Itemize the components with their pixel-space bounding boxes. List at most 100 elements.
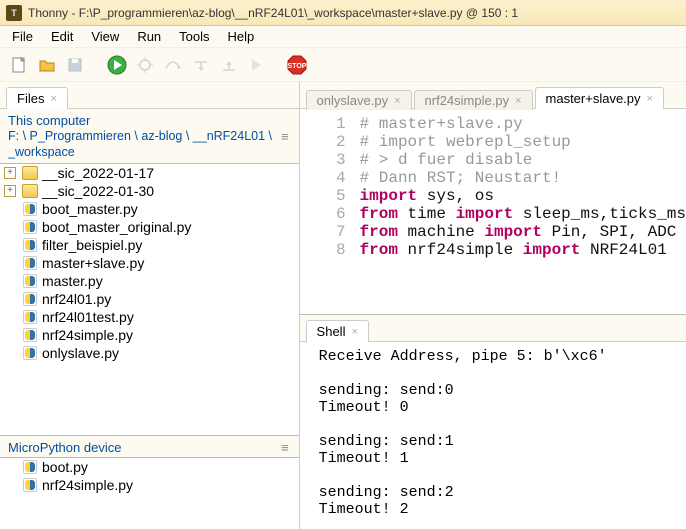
python-file-icon (22, 219, 38, 235)
stop-button[interactable]: STOP (286, 54, 308, 76)
this-computer-header[interactable]: This computer (8, 113, 281, 128)
editor-pane: onlyslave.py×nrf24simple.py×master+slave… (300, 82, 686, 529)
code-line[interactable]: from nrf24simple import NRF24L01 (360, 241, 667, 259)
debug-button[interactable] (134, 54, 156, 76)
code-line[interactable]: # > d fuer disable (360, 151, 533, 169)
folder-icon (22, 166, 38, 180)
code-line[interactable]: # import webrepl_setup (360, 133, 571, 151)
files-tabstrip: Files × (0, 82, 299, 108)
resume-button[interactable] (246, 54, 268, 76)
close-icon[interactable]: × (351, 326, 357, 338)
device-section: MicroPython device ≡ boot.pynrf24simple.… (0, 435, 299, 529)
editor-tabstrip: onlyslave.py×nrf24simple.py×master+slave… (300, 82, 686, 108)
python-file-icon (22, 345, 38, 361)
file-row[interactable]: boot_master_original.py (0, 218, 299, 236)
close-icon[interactable]: × (647, 93, 653, 105)
file-row[interactable]: onlyslave.py (0, 344, 299, 362)
file-list[interactable]: + __sic_2022-01-17 + __sic_2022-01-30 boot_m… (0, 164, 299, 436)
device-header[interactable]: MicroPython device (8, 440, 121, 455)
menubar: FileEditViewRunToolsHelp (0, 26, 686, 48)
file-row[interactable]: nrf24l01test.py (0, 308, 299, 326)
line-number: 3 (300, 151, 360, 169)
file-row[interactable]: nrf24l01.py (0, 290, 299, 308)
toolbar: STOP (0, 48, 686, 82)
editor-tab[interactable]: nrf24simple.py × (414, 90, 533, 110)
shell-output[interactable]: Receive Address, pipe 5: b'\xc6' sending… (300, 341, 686, 529)
close-icon[interactable]: × (394, 95, 400, 107)
file-name-label: __sic_2022-01-17 (42, 165, 154, 181)
editor-tab[interactable]: master+slave.py× (535, 87, 664, 109)
code-editor[interactable]: 1# master+slave.py2# import webrepl_setu… (300, 108, 686, 314)
step-over-button[interactable] (162, 54, 184, 76)
file-row[interactable]: boot.py (0, 458, 299, 476)
python-file-icon (22, 477, 38, 493)
file-row[interactable]: nrf24simple.py (0, 476, 299, 494)
code-line[interactable]: from machine import Pin, SPI, ADC (360, 223, 677, 241)
expander-icon[interactable]: + (4, 167, 16, 179)
open-file-button[interactable] (36, 54, 58, 76)
python-file-icon (22, 201, 38, 217)
code-line[interactable]: # master+slave.py (360, 115, 523, 133)
menu-edit[interactable]: Edit (43, 27, 81, 46)
file-name-label: master+slave.py (42, 255, 144, 271)
save-button[interactable] (64, 54, 86, 76)
device-file-list[interactable]: boot.pynrf24simple.py (0, 458, 299, 529)
line-number: 6 (300, 205, 360, 223)
file-row[interactable]: boot_master.py (0, 200, 299, 218)
python-file-icon (22, 255, 38, 271)
files-pane: Files × This computer F: \ P_Programmiere… (0, 82, 300, 529)
files-tab-label: Files (17, 91, 44, 106)
shell-pane: Shell × Receive Address, pipe 5: b'\xc6' … (300, 314, 686, 529)
svg-text:STOP: STOP (288, 63, 307, 70)
titlebar: T Thonny - F:\P_programmieren\az-blog\__… (0, 0, 686, 26)
line-number: 7 (300, 223, 360, 241)
python-file-icon (22, 273, 38, 289)
python-file-icon (22, 291, 38, 307)
file-row[interactable]: master+slave.py (0, 254, 299, 272)
file-name-label: __sic_2022-01-30 (42, 183, 154, 199)
file-row[interactable]: master.py (0, 272, 299, 290)
code-line[interactable]: import sys, os (360, 187, 494, 205)
file-name-label: nrf24l01.py (42, 291, 111, 307)
editor-tab-label: onlyslave.py (317, 93, 389, 108)
file-row[interactable]: filter_beispiel.py (0, 236, 299, 254)
file-name-label: nrf24simple.py (42, 477, 133, 493)
folder-row[interactable]: + __sic_2022-01-17 (0, 164, 299, 182)
menu-tools[interactable]: Tools (171, 27, 217, 46)
file-name-label: nrf24simple.py (42, 327, 133, 343)
expander-icon[interactable]: + (4, 185, 16, 197)
editor-tab[interactable]: onlyslave.py × (306, 90, 412, 110)
shell-tab-label: Shell (317, 324, 346, 339)
menu-run[interactable]: Run (129, 27, 169, 46)
panel-menu-icon[interactable]: ≡ (281, 440, 291, 455)
run-button[interactable] (106, 54, 128, 76)
step-out-button[interactable] (218, 54, 240, 76)
close-icon[interactable]: × (515, 95, 521, 107)
file-name-label: boot_master_original.py (42, 219, 191, 235)
line-number: 2 (300, 133, 360, 151)
this-computer-section: This computer F: \ P_Programmieren \ az-… (0, 109, 299, 435)
app-icon: T (6, 5, 22, 21)
panel-menu-icon[interactable]: ≡ (281, 129, 291, 144)
file-name-label: nrf24l01test.py (42, 309, 134, 325)
menu-view[interactable]: View (83, 27, 127, 46)
code-line[interactable]: # Dann RST; Neustart! (360, 169, 562, 187)
new-file-button[interactable] (8, 54, 30, 76)
folder-row[interactable]: + __sic_2022-01-30 (0, 182, 299, 200)
step-into-button[interactable] (190, 54, 212, 76)
file-name-label: filter_beispiel.py (42, 237, 142, 253)
file-name-label: master.py (42, 273, 103, 289)
shell-tab[interactable]: Shell × (306, 320, 369, 342)
current-path[interactable]: F: \ P_Programmieren \ az-blog \ __nRF24… (8, 128, 281, 161)
files-tab[interactable]: Files × (6, 87, 68, 109)
python-file-icon (22, 327, 38, 343)
menu-help[interactable]: Help (220, 27, 263, 46)
menu-file[interactable]: File (4, 27, 41, 46)
shell-tabstrip: Shell × (300, 315, 686, 341)
editor-tab-label: nrf24simple.py (425, 93, 510, 108)
close-icon[interactable]: × (50, 93, 56, 105)
python-file-icon (22, 309, 38, 325)
file-row[interactable]: nrf24simple.py (0, 326, 299, 344)
file-name-label: boot_master.py (42, 201, 138, 217)
code-line[interactable]: from time import sleep_ms,ticks_ms (360, 205, 686, 223)
